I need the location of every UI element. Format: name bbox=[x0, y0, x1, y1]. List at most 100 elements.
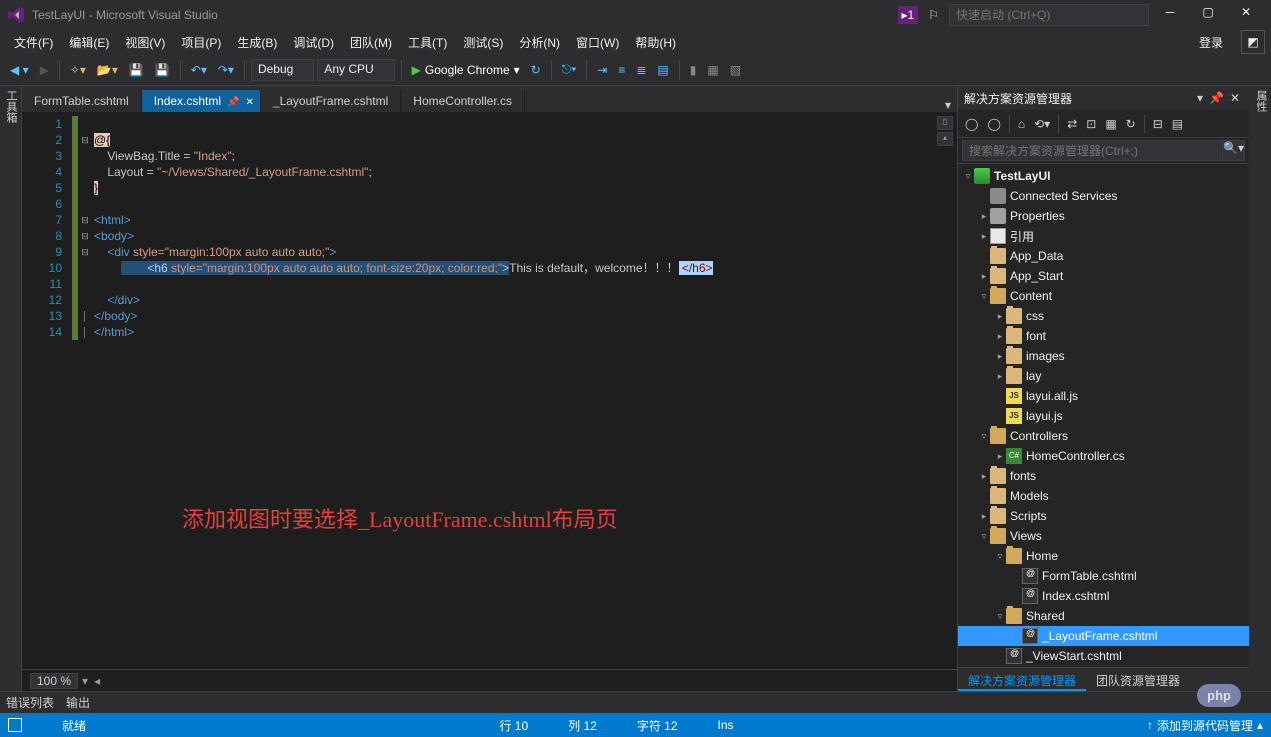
sln-back-icon[interactable]: ◯ bbox=[962, 115, 981, 133]
tree-node[interactable]: JSlayui.js bbox=[958, 406, 1249, 426]
tree-node[interactable]: ▸App_Start bbox=[958, 266, 1249, 286]
sln-scope-icon[interactable]: ⇄ bbox=[1064, 115, 1080, 133]
sln-home-icon[interactable]: ⌂ bbox=[1015, 115, 1028, 133]
menu-item[interactable]: 生成(B) bbox=[229, 34, 285, 52]
save-all-button[interactable]: 💾 bbox=[151, 61, 174, 79]
toolbox-tab[interactable]: 工具箱 bbox=[0, 86, 22, 691]
document-tab[interactable]: Index.cshtml📌✕ bbox=[142, 90, 261, 112]
tree-node[interactable]: ▸fonts bbox=[958, 466, 1249, 486]
undo-button[interactable]: ↶▾ bbox=[187, 61, 211, 79]
nav-back-button[interactable]: ◀ ▾ bbox=[6, 61, 33, 79]
sln-collapse-icon[interactable]: ⊟ bbox=[1150, 115, 1166, 133]
code-editor[interactable]: 1234567891011121314 ⊟ ⊟⊟⊟││ @{ ViewBag.T… bbox=[22, 112, 957, 669]
menu-item[interactable]: 测试(S) bbox=[455, 34, 511, 52]
nav-fwd-button[interactable]: ▶ bbox=[36, 61, 53, 79]
uncomment-icon[interactable]: ≣ bbox=[632, 61, 650, 79]
new-project-button[interactable]: ✧▾ bbox=[66, 61, 90, 79]
start-debug-button[interactable]: ▶Google Chrome ▾ bbox=[408, 61, 524, 79]
menu-item[interactable]: 文件(F) bbox=[6, 34, 61, 52]
tree-node[interactable]: _LayoutFrame.cshtml bbox=[958, 626, 1249, 646]
open-file-button[interactable]: 📂▾ bbox=[93, 61, 122, 79]
code-content[interactable]: @{ ViewBag.Title = "Index"; Layout = "~/… bbox=[94, 116, 957, 340]
sln-refresh-icon[interactable]: ↻ bbox=[1123, 115, 1139, 133]
tab-team-explorer[interactable]: 团队资源管理器 bbox=[1086, 668, 1190, 691]
quick-launch-input[interactable] bbox=[949, 4, 1149, 26]
sln-pin-icon[interactable]: 📌 bbox=[1206, 91, 1227, 105]
sln-fwd-icon[interactable]: ◯ bbox=[984, 115, 1003, 133]
document-tab[interactable]: _LayoutFrame.cshtml bbox=[261, 90, 401, 112]
tree-node[interactable]: ▿Shared bbox=[958, 606, 1249, 626]
tree-node[interactable]: JSlayui.all.js bbox=[958, 386, 1249, 406]
minimize-button[interactable]: ─ bbox=[1153, 2, 1187, 28]
platform-dropdown[interactable]: Any CPU bbox=[317, 59, 394, 81]
zoom-combo[interactable]: 100 % bbox=[30, 673, 78, 689]
zoom-dropdown-icon[interactable]: ▾ bbox=[82, 674, 88, 688]
flag-icon[interactable]: ▮ bbox=[686, 61, 701, 79]
save-button[interactable]: 💾 bbox=[125, 61, 148, 79]
user-icon[interactable]: ◩ bbox=[1241, 30, 1265, 54]
tree-node[interactable]: ▿Home bbox=[958, 546, 1249, 566]
scroll-up-button[interactable]: ▴ bbox=[937, 132, 953, 146]
tree-node[interactable]: ▿Views bbox=[958, 526, 1249, 546]
maximize-button[interactable]: ▢ bbox=[1191, 2, 1225, 28]
sln-filter-icon[interactable]: ⊡ bbox=[1083, 115, 1099, 133]
redo-button[interactable]: ↷▾ bbox=[214, 61, 238, 79]
tree-node[interactable]: ▸images bbox=[958, 346, 1249, 366]
feedback-icon[interactable]: ⚐ bbox=[922, 8, 945, 22]
tree-node[interactable]: Models bbox=[958, 486, 1249, 506]
bookmark-icon[interactable]: ▤ bbox=[653, 61, 672, 79]
step-into-icon[interactable]: ⇥ bbox=[593, 61, 611, 79]
tree-node[interactable]: _ViewStart.cshtml bbox=[958, 646, 1249, 666]
document-tab[interactable]: HomeController.cs bbox=[401, 90, 525, 112]
properties-tab[interactable]: 属性 bbox=[1249, 86, 1271, 691]
sln-search-button[interactable]: 🔍▾ bbox=[1223, 140, 1245, 161]
tree-node[interactable]: Index.cshtml bbox=[958, 586, 1249, 606]
tree-node[interactable]: ▸Scripts bbox=[958, 506, 1249, 526]
menu-item[interactable]: 分析(N) bbox=[511, 34, 568, 52]
close-button[interactable]: ✕ bbox=[1229, 2, 1263, 28]
sln-close-icon[interactable]: ✕ bbox=[1227, 91, 1243, 105]
sln-search-input[interactable] bbox=[962, 140, 1223, 161]
sln-showall-icon[interactable]: ▦ bbox=[1102, 115, 1119, 133]
tree-node[interactable]: FormTable.cshtml bbox=[958, 566, 1249, 586]
browser-refresh-button[interactable]: ↻ bbox=[527, 61, 545, 79]
tree-node[interactable]: ▿Controllers bbox=[958, 426, 1249, 446]
menu-item[interactable]: 调试(D) bbox=[285, 34, 342, 52]
status-mode-icon[interactable] bbox=[8, 718, 22, 732]
tab-output[interactable]: 输出 bbox=[66, 694, 90, 711]
tree-node[interactable]: ▸Properties bbox=[958, 206, 1249, 226]
browser-link-button[interactable]: ⎋▾ bbox=[558, 60, 581, 79]
tool1-icon[interactable]: ▦ bbox=[703, 61, 722, 79]
menu-item[interactable]: 团队(M) bbox=[342, 34, 400, 52]
tree-node[interactable]: ▸font bbox=[958, 326, 1249, 346]
tablist-dropdown[interactable]: ▾ bbox=[939, 98, 957, 112]
tree-node[interactable]: ▸引用 bbox=[958, 226, 1249, 246]
menu-item[interactable]: 工具(T) bbox=[400, 34, 455, 52]
source-control-button[interactable]: ↑ 添加到源代码管理 ▴ bbox=[1147, 717, 1263, 734]
split-button[interactable]: ▯ bbox=[937, 116, 953, 130]
tree-node[interactable]: ▸css bbox=[958, 306, 1249, 326]
tab-solution-explorer[interactable]: 解决方案资源管理器 bbox=[958, 668, 1086, 691]
menu-item[interactable]: 视图(V) bbox=[117, 34, 173, 52]
sign-in-link[interactable]: 登录 bbox=[1189, 32, 1233, 53]
tree-node[interactable]: ▿TestLayUI bbox=[958, 166, 1249, 186]
tab-error-list[interactable]: 错误列表 bbox=[6, 694, 54, 711]
tree-node[interactable]: App_Data bbox=[958, 246, 1249, 266]
tree-node[interactable]: ▸C#HomeController.cs bbox=[958, 446, 1249, 466]
sln-options-icon[interactable]: ▾ bbox=[1194, 91, 1206, 105]
menu-item[interactable]: 项目(P) bbox=[173, 34, 229, 52]
tree-node[interactable]: Connected Services bbox=[958, 186, 1249, 206]
menu-item[interactable]: 窗口(W) bbox=[568, 34, 627, 52]
sln-sync-icon[interactable]: ⟲▾ bbox=[1031, 115, 1053, 133]
sln-properties-icon[interactable]: ▤ bbox=[1169, 115, 1186, 133]
document-tab[interactable]: FormTable.cshtml bbox=[22, 90, 142, 112]
menu-item[interactable]: 帮助(H) bbox=[627, 34, 684, 52]
config-dropdown[interactable]: Debug bbox=[251, 59, 314, 81]
tool2-icon[interactable]: ▧ bbox=[726, 61, 745, 79]
tree-node[interactable]: ▸lay bbox=[958, 366, 1249, 386]
menu-item[interactable]: 编辑(E) bbox=[61, 34, 117, 52]
solution-tree[interactable]: ▿TestLayUIConnected Services▸Properties▸… bbox=[958, 164, 1249, 667]
notification-flag[interactable]: ▸1 bbox=[898, 6, 919, 24]
comment-icon[interactable]: ≡ bbox=[614, 61, 629, 79]
tree-node[interactable]: ▿Content bbox=[958, 286, 1249, 306]
